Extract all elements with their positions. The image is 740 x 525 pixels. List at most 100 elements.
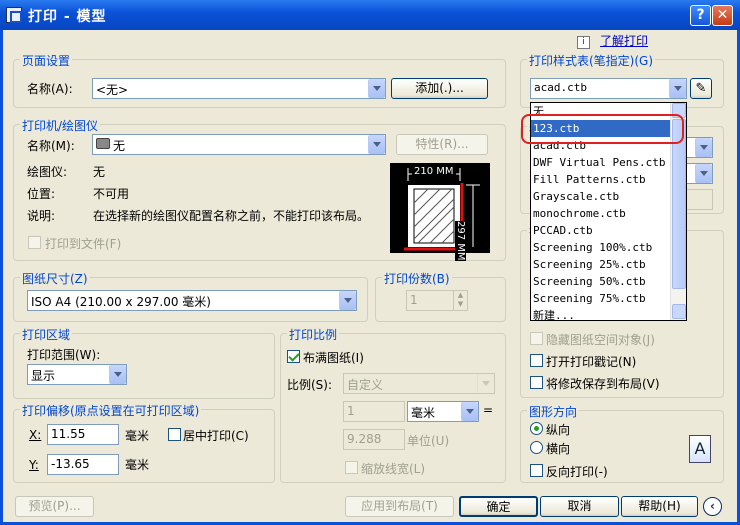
print-to-file-label: 打印到文件(F) xyxy=(45,237,122,251)
hide-paperspace-label: 隐藏图纸空间对象(J) xyxy=(546,333,655,347)
center-plot-label: 居中打印(C) xyxy=(183,429,249,443)
location-label: 位置: xyxy=(27,187,56,201)
chevron-down-icon[interactable] xyxy=(477,374,494,393)
landscape-radio[interactable] xyxy=(530,441,543,454)
add-page-setup-button[interactable]: 添加(.)... xyxy=(391,78,488,99)
dropdown-item[interactable]: DWF Virtual Pens.ctb xyxy=(531,154,686,171)
description-value: 在选择新的绘图仪配置名称之前，不能打印该布局。 xyxy=(93,209,370,223)
collapse-arrow-icon[interactable]: ‹ xyxy=(703,497,722,516)
plot-area-title: 打印区域 xyxy=(20,326,73,343)
plot-range-combo[interactable]: 显示 xyxy=(27,364,127,385)
offset-x-unit: 毫米 xyxy=(125,429,150,443)
chevron-down-icon[interactable] xyxy=(109,365,126,384)
plot-range-label: 打印范围(W): xyxy=(27,348,101,362)
chevron-down-icon[interactable] xyxy=(339,291,356,310)
copies-value: 1 xyxy=(410,293,418,307)
scale-combo[interactable]: 自定义 xyxy=(343,373,495,394)
scale-value1-input[interactable]: 1 xyxy=(343,401,405,422)
dropdown-item[interactable]: Screening 50%.ctb xyxy=(531,273,686,290)
dropdown-item[interactable]: Screening 75%.ctb xyxy=(531,290,686,307)
window-title: 打印 - 模型 xyxy=(28,9,107,25)
scale-unit-combo[interactable]: 毫米 xyxy=(407,401,479,422)
print-to-file-checkbox[interactable] xyxy=(28,236,41,249)
printer-icon xyxy=(96,138,110,149)
plotter-label: 绘图仪: xyxy=(27,165,68,179)
orientation-title: 图形方向 xyxy=(527,403,580,420)
copies-title: 打印份数(B) xyxy=(382,270,452,287)
plot-range-value: 显示 xyxy=(31,369,56,383)
dialog-body: i 了解打印 页面设置 名称(A): <无> 添加(.)... 打印机/绘图仪 … xyxy=(3,30,737,522)
paper-size-title: 图纸尺寸(Z) xyxy=(20,270,90,287)
description-label: 说明: xyxy=(27,209,56,223)
page-setup-title: 页面设置 xyxy=(20,52,73,69)
page-setup-name-label: 名称(A): xyxy=(27,82,73,96)
learn-printing-link[interactable]: 了解打印 xyxy=(600,32,648,49)
plot-style-combo[interactable]: acad.ctb xyxy=(530,78,687,99)
chevron-down-icon[interactable] xyxy=(368,79,385,98)
plot-style-title: 打印样式表(笔指定)(G) xyxy=(527,52,656,69)
save-layout-label: 将修改保存到布局(V) xyxy=(546,377,660,391)
dropdown-item[interactable]: PCCAD.ctb xyxy=(531,222,686,239)
plotter-value: 无 xyxy=(93,165,106,179)
spinner-icon[interactable]: ▲ ▼ xyxy=(453,291,467,310)
edit-plot-style-button[interactable]: ✎ xyxy=(690,78,712,99)
chevron-down-icon[interactable] xyxy=(695,138,712,157)
scroll-thumb[interactable] xyxy=(672,119,686,289)
scroll-down-icon[interactable] xyxy=(672,304,686,319)
reverse-plot-checkbox[interactable] xyxy=(530,464,543,477)
center-plot-checkbox[interactable] xyxy=(168,428,181,441)
preview-button[interactable]: 预览(P)... xyxy=(15,496,94,517)
chevron-down-icon[interactable] xyxy=(368,135,385,154)
page-setup-name-value: <无> xyxy=(96,83,129,97)
offset-y-input[interactable]: -13.65 xyxy=(47,454,119,475)
cancel-button[interactable]: 取消 xyxy=(540,496,619,517)
chevron-down-icon[interactable] xyxy=(669,79,686,98)
fit-to-paper-label: 布满图纸(I) xyxy=(303,351,364,365)
portrait-radio[interactable] xyxy=(530,422,543,435)
info-icon: i xyxy=(577,36,590,49)
highlight-annotation xyxy=(521,114,684,144)
landscape-label: 横向 xyxy=(546,442,571,456)
save-layout-checkbox[interactable] xyxy=(530,376,543,389)
apply-to-layout-button[interactable]: 应用到布局(T) xyxy=(345,496,454,517)
scale-lineweights-checkbox[interactable] xyxy=(345,461,358,474)
plotter-name-value: 无 xyxy=(113,139,126,153)
dropdown-item[interactable]: monochrome.ctb xyxy=(531,205,686,222)
dropdown-item[interactable]: Screening 25%.ctb xyxy=(531,256,686,273)
paper-size-value: ISO A4 (210.00 x 297.00 毫米) xyxy=(31,295,211,309)
plot-offset-title: 打印偏移(原点设置在可打印区域) xyxy=(20,402,202,419)
chevron-down-icon[interactable] xyxy=(461,402,478,421)
print-dialog: 打印 - 模型 ? ✕ i 了解打印 页面设置 名称(A): <无> 添加(.)… xyxy=(0,0,740,525)
dropdown-item[interactable]: Grayscale.ctb xyxy=(531,188,686,205)
page-setup-name-combo[interactable]: <无> xyxy=(92,78,386,99)
plotter-name-combo[interactable]: 无 xyxy=(92,134,386,155)
orientation-page-icon: A xyxy=(689,435,711,463)
scale-unit-value: 毫米 xyxy=(411,406,436,420)
hide-paperspace-checkbox[interactable] xyxy=(530,332,543,345)
offset-x-input[interactable]: 11.55 xyxy=(47,424,119,445)
close-button[interactable]: ✕ xyxy=(712,5,733,26)
units-label: 单位(U) xyxy=(407,434,450,448)
plotter-name-label: 名称(M): xyxy=(27,139,75,153)
properties-button[interactable]: 特性(R)... xyxy=(396,134,488,155)
ok-button[interactable]: 确定 xyxy=(459,496,538,517)
paper-size-combo[interactable]: ISO A4 (210.00 x 297.00 毫米) xyxy=(27,290,357,311)
plot-stamp-checkbox[interactable] xyxy=(530,354,543,367)
fit-to-paper-checkbox[interactable] xyxy=(287,350,300,363)
preview-height-label: 297 MM xyxy=(455,221,466,261)
reverse-plot-label: 反向打印(-) xyxy=(546,465,608,479)
chevron-down-icon[interactable] xyxy=(695,164,712,183)
dropdown-item[interactable]: 新建... xyxy=(531,307,686,324)
paper-preview: 210 MM 297 MM xyxy=(390,163,490,261)
preview-width-label: 210 MM xyxy=(412,166,456,177)
pencil-icon: ✎ xyxy=(695,81,707,96)
help-title-button[interactable]: ? xyxy=(690,5,711,26)
dropdown-item[interactable]: Screening 100%.ctb xyxy=(531,239,686,256)
scale-lineweights-label: 缩放线宽(L) xyxy=(361,462,426,476)
scale-value2-input[interactable]: 9.288 xyxy=(343,429,405,450)
plot-scale-title: 打印比例 xyxy=(287,326,340,343)
scale-label: 比例(S): xyxy=(287,378,333,392)
dropdown-item[interactable]: Fill Patterns.ctb xyxy=(531,171,686,188)
help-button[interactable]: 帮助(H) xyxy=(621,496,698,517)
copies-input[interactable]: 1 ▲ ▼ xyxy=(406,290,468,311)
